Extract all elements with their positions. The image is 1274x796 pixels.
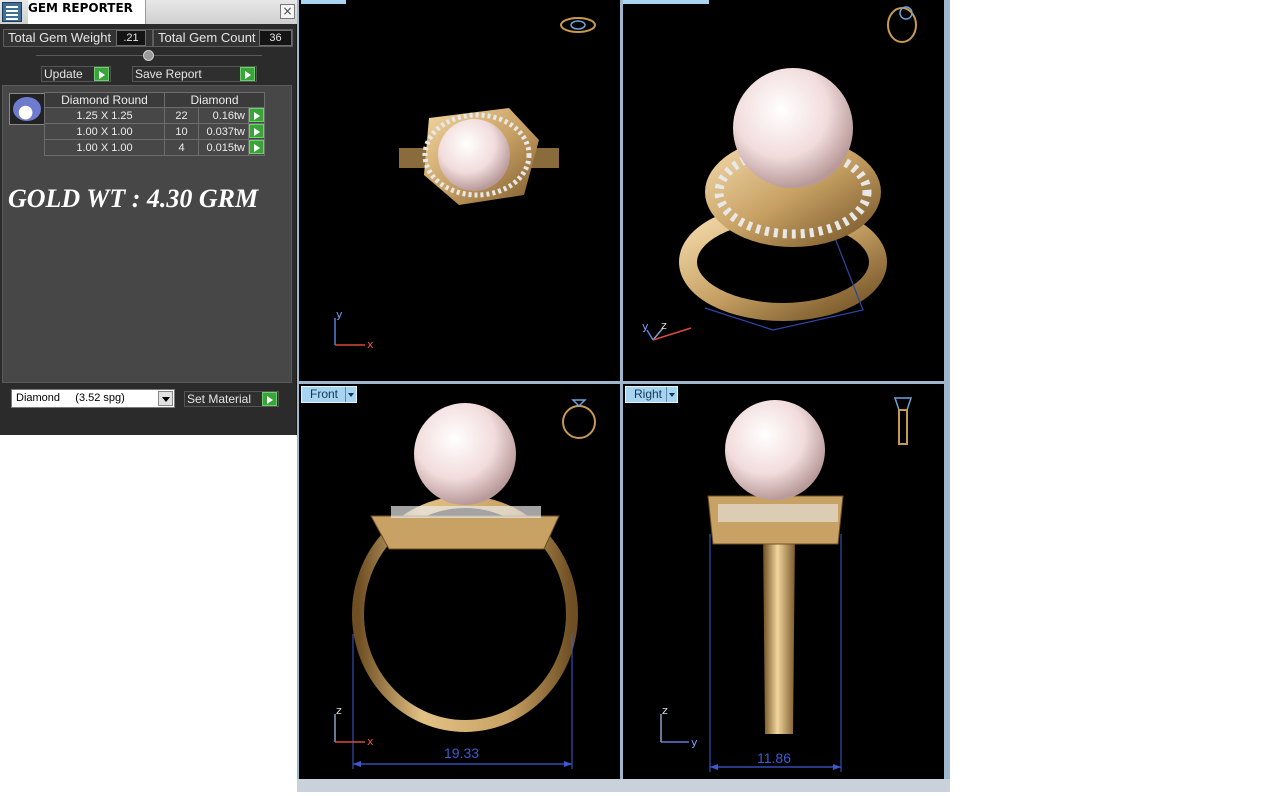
- view-cube-icon: [887, 6, 917, 43]
- viewport-statusbar: [297, 779, 950, 792]
- axis-gizmo: y x: [334, 308, 374, 351]
- ring-shank: [763, 534, 795, 734]
- gem-size-cell: 1.25 X 1.25: [44, 107, 165, 124]
- gem-weight-cell: 0.015tw: [198, 139, 249, 156]
- save-report-button[interactable]: Save Report: [132, 66, 257, 82]
- axis-label-x: x: [367, 338, 374, 351]
- panel-splitter-handle[interactable]: [143, 50, 154, 61]
- view-cube-icon: [560, 17, 596, 33]
- viewport-front[interactable]: Front z x 19.33: [299, 384, 620, 779]
- axis-label-y: y: [642, 320, 649, 333]
- gem-size-cell: 1.00 X 1.00: [44, 123, 165, 140]
- update-button[interactable]: Update: [41, 66, 111, 82]
- gold-weight-text: GOLD WT : 4.30 GRM: [8, 184, 259, 213]
- set-material-button[interactable]: Set Material: [184, 391, 279, 407]
- viewport-top-render: y x: [334, 17, 596, 351]
- axis-gizmo: z x: [334, 704, 374, 748]
- update-button-label: Update: [44, 67, 83, 81]
- diamond-round-thumbnail[interactable]: [9, 93, 45, 125]
- axis-label-y: y: [691, 736, 698, 749]
- material-select-value: Diamond (3.52 spg): [16, 392, 125, 404]
- front-dimension-label: 19.33: [444, 745, 480, 761]
- axis-gizmo: z y: [660, 704, 698, 749]
- table-row: 1.00 X 1.00 4 0.015tw: [44, 139, 265, 156]
- table-row: 1.25 X 1.25 22 0.16tw: [44, 107, 265, 124]
- viewport-perspective-render: y z: [642, 6, 917, 341]
- gem-count-cell: 22: [164, 107, 199, 124]
- set-material-button-label: Set Material: [187, 392, 252, 406]
- gem-weight-cell: 0.16tw: [198, 107, 249, 124]
- pearl: [733, 68, 853, 188]
- view-cube-icon: [893, 397, 913, 445]
- pearl: [725, 400, 825, 500]
- gem-reporter-title: GEM REPORTER: [28, 0, 146, 24]
- gem-row-go-icon[interactable]: [249, 124, 264, 138]
- axis-label-x: x: [367, 735, 374, 748]
- viewport-front-render: z x: [334, 399, 596, 769]
- gem-row-action-cell: [248, 107, 265, 124]
- update-go-icon[interactable]: [94, 67, 109, 81]
- close-icon[interactable]: ×: [280, 4, 295, 19]
- gem-reporter-panel: GEM REPORTER × Total Gem Weight .21 Tota…: [0, 0, 297, 435]
- diamond-round-icon: [13, 97, 41, 121]
- axis-label-z: z: [661, 319, 667, 332]
- set-material-go-icon[interactable]: [262, 392, 277, 406]
- diamond-halo: [718, 504, 838, 522]
- total-gem-count-value: 36: [259, 30, 292, 46]
- right-dimension-label: 11.86: [757, 750, 791, 766]
- pearl: [414, 403, 516, 505]
- axis-label-z: z: [662, 704, 668, 717]
- table-row: 1.00 X 1.00 10 0.037tw: [44, 123, 265, 140]
- gem-weight-cell: 0.037tw: [198, 123, 249, 140]
- gem-reporter-titlebar: GEM REPORTER ×: [0, 0, 297, 24]
- gem-row-action-cell: [248, 123, 265, 140]
- viewport-right-render: z y: [660, 397, 913, 772]
- ring-crown: [370, 515, 560, 550]
- pearl: [438, 119, 510, 191]
- axis-gizmo: y z: [642, 319, 692, 341]
- save-report-go-icon[interactable]: [240, 67, 255, 81]
- gem-count-cell: 4: [164, 139, 199, 156]
- axis-label-y: y: [336, 308, 343, 321]
- gem-table: Diamond Round Diamond 1.25 X 1.25 22 0.1…: [44, 92, 265, 156]
- view-cube-icon: [562, 399, 596, 439]
- gem-row-go-icon[interactable]: [249, 108, 264, 122]
- diamond-halo: [391, 506, 541, 518]
- chevron-down-icon[interactable]: [158, 391, 173, 406]
- total-gem-weight-value: .21: [116, 30, 146, 46]
- axis-label-z: z: [336, 704, 342, 717]
- viewport-right[interactable]: Right z y 11.86: [623, 384, 944, 779]
- gem-row-go-icon[interactable]: [249, 140, 264, 154]
- material-select[interactable]: Diamond (3.52 spg): [11, 389, 175, 408]
- gem-count-cell: 10: [164, 123, 199, 140]
- gem-reporter-app-icon: [2, 2, 22, 22]
- gem-table-header-shape: Diamond Round: [44, 92, 165, 108]
- viewport-top[interactable]: y x: [299, 0, 620, 381]
- viewport-perspective[interactable]: y z: [623, 0, 944, 381]
- save-report-button-label: Save Report: [135, 67, 202, 81]
- gem-row-action-cell: [248, 139, 265, 156]
- gem-table-header-material: Diamond: [164, 92, 265, 108]
- gem-size-cell: 1.00 X 1.00: [44, 139, 165, 156]
